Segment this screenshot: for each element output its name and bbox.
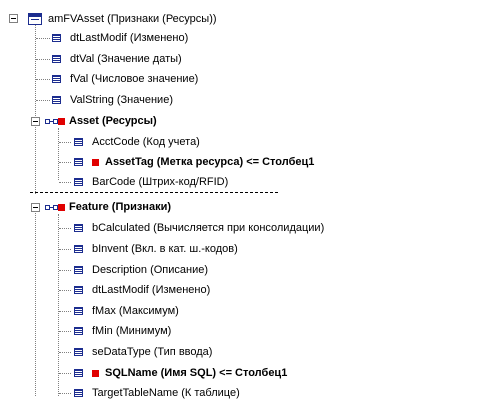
tree-connector	[59, 331, 71, 332]
tree-field-label: bInvent (Вкл. в кат. ш.-кодов)	[92, 243, 238, 255]
link-icon	[45, 117, 65, 125]
field-icon	[52, 96, 61, 104]
field-icon	[74, 138, 83, 146]
field-icon	[74, 348, 83, 356]
field-icon	[52, 34, 61, 42]
field-icon	[52, 75, 61, 83]
field-icon	[74, 178, 83, 186]
tree-field-item[interactable]: BarCode (Штрих-код/RFID)	[74, 173, 228, 191]
tree-line	[35, 206, 36, 396]
tree-connector	[36, 100, 50, 101]
collapse-toggle[interactable]	[31, 203, 40, 212]
collapse-toggle[interactable]	[31, 117, 40, 126]
tree-field-label: SQLName (Имя SQL) <= Столбец1	[105, 367, 288, 379]
field-icon	[74, 327, 83, 335]
tree-field-item[interactable]: Description (Описание)	[74, 261, 208, 279]
mapped-marker-icon	[92, 369, 99, 377]
drop-separator	[30, 192, 278, 193]
mapped-marker-icon	[92, 158, 99, 166]
tree-node-label: amFVAsset (Признаки (Ресурсы))	[48, 13, 217, 25]
tree-node-root[interactable]: amFVAsset (Признаки (Ресурсы))	[28, 10, 217, 28]
tree-node-asset[interactable]: Asset (Ресурсы)	[45, 112, 157, 130]
tree-field-item[interactable]: fVal (Числовое значение)	[52, 70, 198, 88]
field-tree: amFVAsset (Признаки (Ресурсы)) dtLastMod…	[0, 0, 478, 400]
field-icon	[74, 307, 83, 315]
field-icon	[74, 369, 83, 377]
tree-connector	[59, 290, 71, 291]
tree-line	[58, 214, 59, 396]
tree-connector	[36, 59, 50, 60]
tree-connector	[59, 142, 71, 143]
link-icon	[45, 203, 65, 211]
tree-connector	[59, 352, 71, 353]
tree-connector	[59, 311, 71, 312]
tree-connector	[59, 270, 71, 271]
tree-field-item[interactable]: dtLastModif (Изменено)	[52, 29, 188, 47]
tree-field-label: TargetTableName (К таблице)	[92, 387, 240, 399]
tree-field-label: fVal (Числовое значение)	[70, 73, 199, 85]
tree-field-label: fMin (Минимум)	[92, 325, 172, 337]
tree-node-label: Feature (Признаки)	[69, 201, 172, 213]
field-icon	[74, 266, 83, 274]
tree-field-label: ValString (Значение)	[70, 94, 173, 106]
tree-field-item[interactable]: bCalculated (Вычисляется при консолидаци…	[74, 219, 324, 237]
tree-field-item[interactable]: fMax (Максимум)	[74, 302, 179, 320]
collapse-toggle[interactable]	[9, 14, 18, 23]
tree-field-item[interactable]: fMin (Минимум)	[74, 322, 171, 340]
tree-connector	[59, 393, 71, 394]
tree-connector	[59, 249, 71, 250]
field-icon	[74, 224, 83, 232]
tree-node-feature[interactable]: Feature (Признаки)	[45, 198, 171, 216]
tree-field-label: AcctCode (Код учета)	[92, 136, 200, 148]
tree-field-label: dtVal (Значение даты)	[70, 53, 182, 65]
field-icon	[74, 158, 83, 166]
tree-field-item[interactable]: bInvent (Вкл. в кат. ш.-кодов)	[74, 240, 238, 258]
tree-field-label: seDataType (Тип ввода)	[92, 346, 213, 358]
tree-field-label: BarCode (Штрих-код/RFID)	[92, 176, 229, 188]
field-icon	[52, 55, 61, 63]
tree-field-item[interactable]: TargetTableName (К таблице)	[74, 384, 240, 402]
tree-field-item-mapped[interactable]: SQLName (Имя SQL) <= Столбец1	[74, 364, 287, 382]
tree-field-label: fMax (Максимум)	[92, 305, 179, 317]
tree-connector	[36, 38, 50, 39]
tree-connector	[36, 79, 50, 80]
tree-field-item[interactable]: dtLastModif (Изменено)	[74, 281, 210, 299]
tree-field-item-mapped[interactable]: AssetTag (Метка ресурса) <= Столбец1	[74, 153, 314, 171]
field-icon	[74, 389, 83, 397]
field-icon	[74, 245, 83, 253]
tree-connector	[59, 373, 71, 374]
tree-field-label: dtLastModif (Изменено)	[70, 32, 189, 44]
tree-field-item[interactable]: dtVal (Значение даты)	[52, 50, 182, 68]
tree-field-label: Description (Описание)	[92, 264, 209, 276]
tree-field-label: AssetTag (Метка ресурса) <= Столбец1	[105, 156, 315, 168]
table-icon	[28, 13, 42, 25]
tree-field-label: bCalculated (Вычисляется при консолидаци…	[92, 222, 325, 234]
tree-field-item[interactable]: seDataType (Тип ввода)	[74, 343, 212, 361]
tree-connector	[59, 182, 71, 183]
tree-node-label: Asset (Ресурсы)	[69, 115, 157, 127]
tree-field-item[interactable]: ValString (Значение)	[52, 91, 173, 109]
tree-line	[58, 128, 59, 180]
tree-field-item[interactable]: AcctCode (Код учета)	[74, 133, 200, 151]
field-icon	[74, 286, 83, 294]
tree-connector	[59, 162, 71, 163]
tree-line	[35, 24, 36, 194]
tree-field-label: dtLastModif (Изменено)	[92, 284, 211, 296]
tree-connector	[59, 228, 71, 229]
